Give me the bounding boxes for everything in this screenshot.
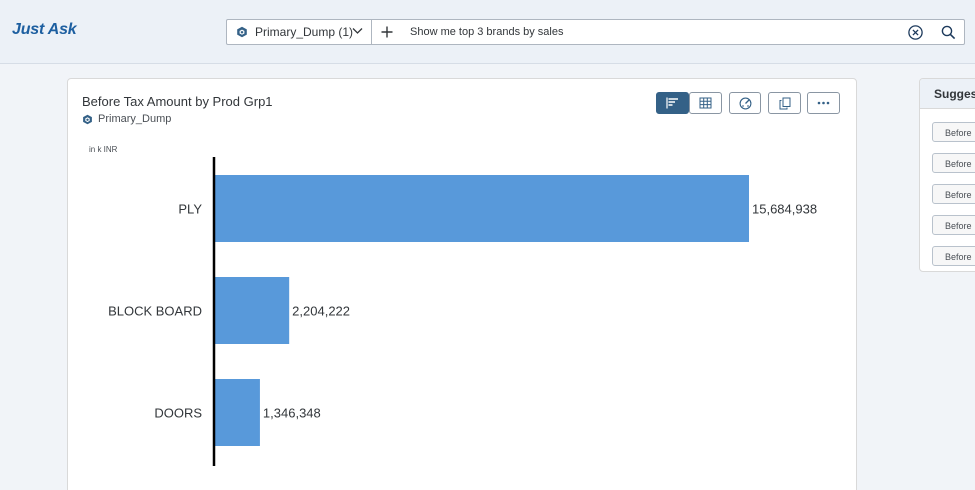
clear-icon[interactable] [907,24,924,41]
search-icon[interactable] [940,24,957,41]
value-label: 2,204,222 [292,304,350,319]
model-cube-icon [237,26,247,38]
suggestions-header: Suggest [920,79,975,109]
search-bar: Primary_Dump (1) [226,19,965,45]
add-button[interactable] [372,20,402,44]
category-label: PLY [178,202,202,217]
bar[interactable] [214,379,260,446]
suggestion-chip[interactable]: Before [932,215,975,235]
suggestion-chip[interactable]: Before [932,184,975,204]
bar-chart: PLY 15,684,938 BLOCK BOARD 2,204,222 DOORS 1,… [108,157,817,466]
category-label: DOORS [154,406,202,421]
suggestion-chip[interactable]: Before [932,153,975,173]
chart-card: Before Tax Amount by Prod Grp1 Primary_D… [67,78,857,490]
category-label: BLOCK BOARD [108,304,202,319]
chevron-down-icon [352,28,363,34]
query-input[interactable] [403,20,893,44]
plus-icon [381,26,393,38]
app-title: Just Ask [12,21,77,38]
model-select-label: Primary_Dump (1) [255,25,354,39]
suggestion-chip[interactable]: Before [932,246,975,266]
suggestion-chip[interactable]: Before [932,122,975,142]
value-label: 15,684,938 [752,202,817,217]
suggestions-panel: Suggest Before Before Before Before Befo… [919,78,975,272]
bar[interactable] [214,277,290,344]
model-select[interactable]: Primary_Dump (1) [227,20,372,44]
bar[interactable] [214,175,749,242]
top-bar: Just Ask Primary_Dump (1) [0,0,975,64]
value-label: 1,346,348 [263,406,321,421]
